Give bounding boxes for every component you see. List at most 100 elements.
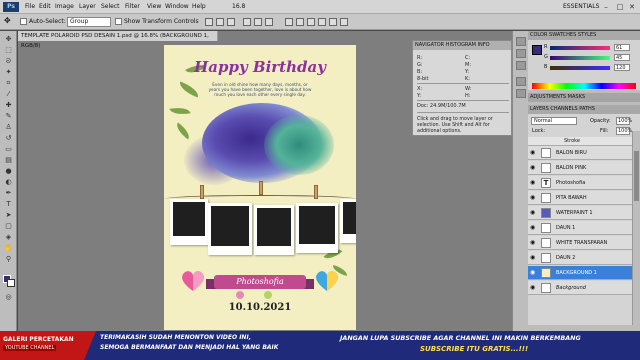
zoom-level[interactable]: 16.8: [232, 3, 245, 10]
distribute-icon[interactable]: [340, 18, 348, 26]
eyedropper-icon[interactable]: ⁄: [3, 90, 14, 99]
distribute-icon[interactable]: [318, 18, 326, 26]
menu-view[interactable]: View: [147, 3, 161, 10]
eraser-tool-icon[interactable]: ▭: [3, 145, 14, 154]
brand-slant: [84, 331, 96, 360]
auto-select-dropdown[interactable]: Group: [67, 17, 111, 27]
color-swatch[interactable]: [532, 45, 542, 55]
document-tab[interactable]: TEMPLATE POLAROID PSD DESAIN 1.psd @ 16.…: [18, 31, 218, 49]
layer-row[interactable]: ◉ BALON PINK: [528, 161, 632, 175]
align-top-icon[interactable]: [205, 18, 213, 26]
close-icon[interactable]: ✕: [624, 1, 640, 13]
layer-row[interactable]: ◉ WATERPAINT 1: [528, 206, 632, 220]
distribute-icon[interactable]: [296, 18, 304, 26]
pen-tool-icon[interactable]: ✒: [3, 189, 14, 198]
layer-row[interactable]: ◉ BALON BIRU: [528, 146, 632, 160]
visibility-eye-icon[interactable]: ◉: [530, 149, 537, 156]
gradient-tool-icon[interactable]: ▤: [3, 156, 14, 165]
menu-select[interactable]: Select: [101, 3, 120, 10]
green-slider[interactable]: [550, 56, 610, 60]
visibility-eye-icon[interactable]: ◉: [530, 224, 537, 231]
brush-tool-icon[interactable]: ✎: [3, 112, 14, 121]
red-slider[interactable]: [550, 46, 610, 50]
visibility-eye-icon[interactable]: ◉: [530, 194, 537, 201]
menu-help[interactable]: Help: [192, 3, 206, 10]
path-select-icon[interactable]: ➤: [3, 211, 14, 220]
lasso-tool-icon[interactable]: ᘐ: [3, 57, 14, 66]
history-brush-icon[interactable]: ↺: [3, 134, 14, 143]
visibility-eye-icon[interactable]: ◉: [530, 179, 537, 186]
hand-tool-icon[interactable]: ✋: [3, 244, 14, 253]
transform-controls-checkbox[interactable]: [115, 18, 122, 25]
auto-select-checkbox[interactable]: [20, 18, 27, 25]
layer-row[interactable]: ◉ WHITE TRANSPARAN: [528, 236, 632, 250]
color-panel-tabs[interactable]: COLOR SWATCHES STYLES: [528, 31, 640, 40]
align-middle-icon[interactable]: [216, 18, 224, 26]
layer-row[interactable]: ◉ Background: [528, 281, 632, 295]
marquee-tool-icon[interactable]: ⬚: [3, 46, 14, 55]
workspace-switcher[interactable]: ESSENTIALS: [563, 3, 599, 10]
layer-row[interactable]: ◉ PITA BAWAH: [528, 191, 632, 205]
blue-value[interactable]: 120: [614, 64, 630, 71]
info-icon[interactable]: [516, 61, 526, 70]
move-tool-icon[interactable]: ✥: [4, 16, 11, 25]
background-color-swatch[interactable]: [7, 279, 15, 287]
menu-image[interactable]: Image: [55, 3, 74, 10]
align-right-icon[interactable]: [265, 18, 273, 26]
layers-panel-tabs[interactable]: LAYERS CHANNELS PATHS: [528, 105, 640, 114]
align-left-icon[interactable]: [243, 18, 251, 26]
histogram-icon[interactable]: [516, 49, 526, 58]
red-label: R: [544, 44, 548, 50]
menu-layer[interactable]: Layer: [79, 3, 96, 10]
visibility-eye-icon[interactable]: ◉: [530, 239, 537, 246]
visibility-eye-icon[interactable]: ◉: [530, 254, 537, 261]
visibility-eye-icon[interactable]: ◉: [530, 269, 537, 276]
visibility-eye-icon[interactable]: ◉: [530, 284, 537, 291]
blend-mode-dropdown[interactable]: Normal: [531, 117, 577, 125]
layer-row-selected[interactable]: ◉ BACKGROUND 1: [528, 266, 632, 280]
distribute-icon[interactable]: [329, 18, 337, 26]
dodge-tool-icon[interactable]: ◐: [3, 178, 14, 187]
zoom-tool-icon[interactable]: ⚲: [3, 255, 14, 264]
layer-effect-row[interactable]: Stroke: [528, 137, 632, 146]
clone-stamp-icon[interactable]: ♙: [3, 123, 14, 132]
navigator-icon[interactable]: [516, 37, 526, 46]
scroll-thumb[interactable]: [634, 151, 639, 201]
quick-mask-icon[interactable]: ◎: [3, 293, 14, 302]
align-bottom-icon[interactable]: [227, 18, 235, 26]
fill-field[interactable]: 100%: [616, 127, 632, 135]
menu-filter[interactable]: Filter: [125, 3, 140, 10]
layer-row[interactable]: ◉ T Photoshofia: [528, 176, 632, 190]
info-panel-tabs[interactable]: NAVIGATOR HISTOGRAM INFO: [413, 41, 511, 50]
layer-row[interactable]: ◉ DAUN 1: [528, 221, 632, 235]
crop-tool-icon[interactable]: ⌗: [3, 79, 14, 88]
color-spectrum[interactable]: [532, 83, 636, 89]
visibility-eye-icon[interactable]: ◉: [530, 209, 537, 216]
canvas[interactable]: Happy Birthday Even in old shine how man…: [164, 45, 356, 330]
opacity-field[interactable]: 100%: [616, 117, 632, 125]
red-value[interactable]: 61: [614, 44, 630, 51]
layers-scrollbar[interactable]: [632, 131, 640, 327]
brushes-icon[interactable]: [516, 77, 526, 86]
healing-brush-icon[interactable]: ✚: [3, 101, 14, 110]
layer-row[interactable]: ◉ DAUN 2: [528, 251, 632, 265]
menu-file[interactable]: File: [25, 3, 35, 10]
3d-tool-icon[interactable]: ◈: [3, 233, 14, 242]
green-value[interactable]: 45: [614, 54, 630, 61]
menu-edit[interactable]: Edit: [39, 3, 51, 10]
visibility-eye-icon[interactable]: ◉: [530, 164, 537, 171]
distribute-icon[interactable]: [285, 18, 293, 26]
menu-window[interactable]: Window: [165, 3, 189, 10]
magic-wand-icon[interactable]: ✦: [3, 68, 14, 77]
clone-source-icon[interactable]: [516, 89, 526, 98]
distribute-icon[interactable]: [307, 18, 315, 26]
info-y-label: Y:: [465, 69, 470, 75]
type-tool-icon[interactable]: T: [3, 200, 14, 209]
blue-slider[interactable]: [550, 66, 610, 70]
adjustments-tabs[interactable]: ADJUSTMENTS MASKS: [528, 93, 640, 102]
shape-tool-icon[interactable]: ▢: [3, 222, 14, 231]
move-tool-icon[interactable]: ✥: [3, 35, 14, 44]
blur-tool-icon[interactable]: ●: [3, 167, 14, 176]
align-center-icon[interactable]: [254, 18, 262, 26]
photoshop-logo: Ps: [3, 2, 19, 12]
